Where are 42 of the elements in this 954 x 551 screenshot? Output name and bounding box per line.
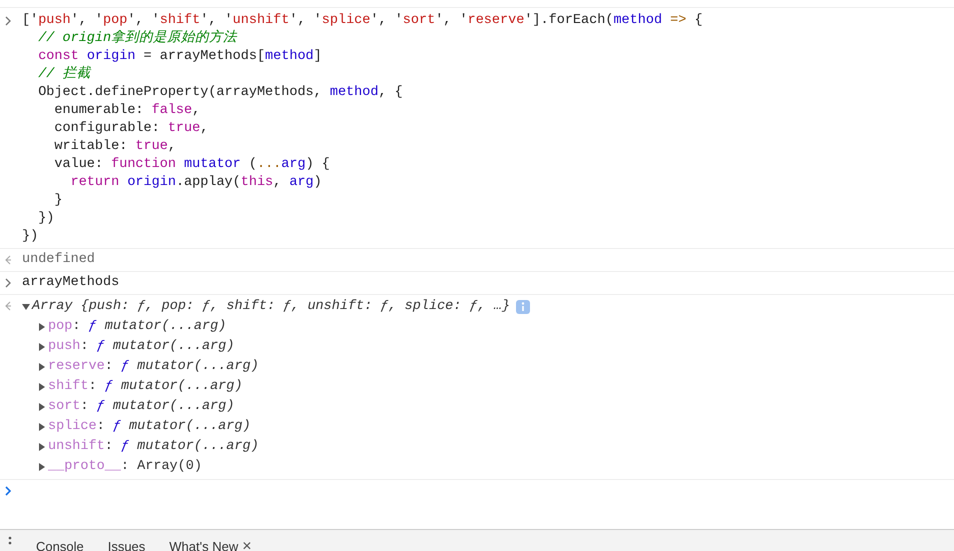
property-entry[interactable]: pop: ƒ mutator(...arg) — [48, 317, 226, 337]
property-entry[interactable]: sort: ƒ mutator(...arg) — [48, 397, 234, 417]
code-line: ['push', 'pop', 'shift', 'unshift', 'splice', 'sort', 'reserve'].forEach(method => { — [22, 12, 703, 30]
property-entry[interactable]: __proto__: Array(0) — [48, 457, 202, 477]
prompt-chevron-icon — [4, 278, 12, 288]
drawer-tab[interactable]: Console — [36, 536, 84, 551]
result-arrow-icon — [4, 255, 12, 265]
code-line: arrayMethods — [22, 274, 120, 292]
code-line: enumerable: false, — [53, 102, 202, 120]
code-line: return origin.applay(this, arg) — [70, 174, 323, 192]
code-line: // origin拿到的是原始的方法 — [37, 30, 238, 48]
property-entry[interactable]: shift: ƒ mutator(...arg) — [48, 377, 242, 397]
collapsed-triangle-icon[interactable] — [38, 343, 46, 351]
code-line: }) — [37, 210, 56, 228]
result-arrow-icon — [4, 301, 12, 311]
drawer-tab[interactable]: What's New × — [169, 536, 252, 551]
close-tab-button[interactable]: × — [242, 539, 252, 551]
object-summary[interactable]: Array {push: ƒ, pop: ƒ, shift: ƒ, unshift: ƒ, splice: ƒ, …} — [32, 297, 510, 317]
prompt-chevron-icon[interactable] — [4, 486, 12, 496]
collapsed-triangle-icon[interactable] — [38, 363, 46, 371]
code-line: }) — [22, 228, 40, 246]
prompt-chevron-icon — [4, 16, 12, 26]
collapsed-triangle-icon[interactable] — [38, 323, 46, 331]
drawer-tab[interactable]: Issues — [108, 536, 146, 551]
property-entry[interactable]: splice: ƒ mutator(...arg) — [48, 417, 251, 437]
code-line: writable: true, — [53, 138, 177, 156]
code-line: } — [53, 192, 64, 210]
code-line: value: function mutator (...arg) { — [53, 156, 331, 174]
code-line: Object.defineProperty(arrayMethods, method, { — [37, 84, 404, 102]
expanded-triangle-icon[interactable] — [22, 303, 30, 311]
collapsed-triangle-icon[interactable] — [38, 403, 46, 411]
result-text: undefined — [22, 251, 95, 269]
collapsed-triangle-icon[interactable] — [38, 463, 46, 471]
code-line: const origin = arrayMethods[method] — [37, 48, 323, 66]
code-line: // 拦截 — [37, 66, 92, 84]
collapsed-triangle-icon[interactable] — [38, 423, 46, 431]
property-entry[interactable]: push: ƒ mutator(...arg) — [48, 337, 234, 357]
property-entry[interactable]: reserve: ƒ mutator(...arg) — [48, 357, 259, 377]
property-entry[interactable]: unshift: ƒ mutator(...arg) — [48, 437, 259, 457]
code-line: configurable: true, — [53, 120, 210, 138]
collapsed-triangle-icon[interactable] — [38, 383, 46, 391]
collapsed-triangle-icon[interactable] — [38, 443, 46, 451]
